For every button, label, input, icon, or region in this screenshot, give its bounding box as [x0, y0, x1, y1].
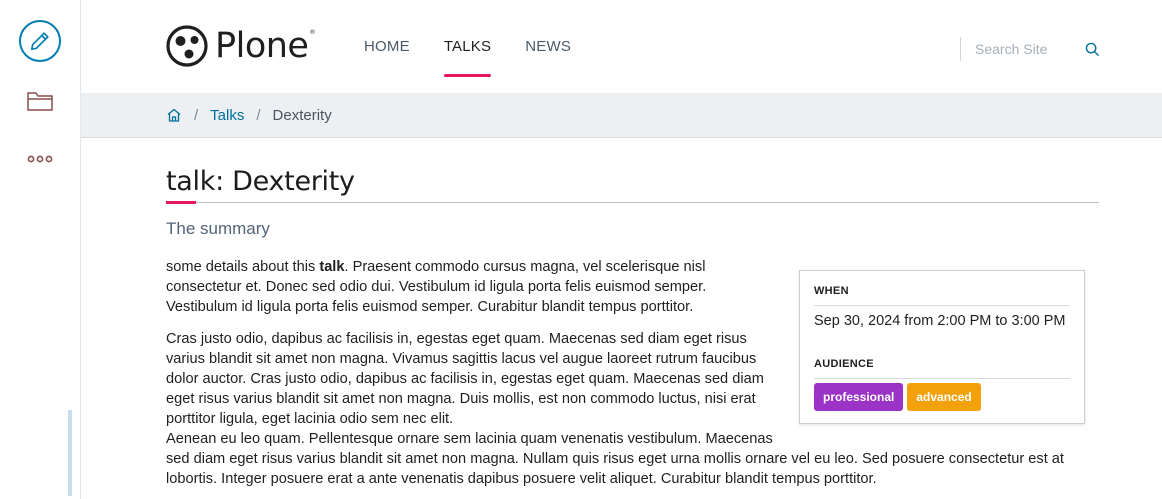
- body-text-run: some details about this: [166, 259, 320, 275]
- title-accent-bar: [166, 201, 196, 204]
- event-details-box: WHEN Sep 30, 2024 from 2:00 PM to 3:00 P…: [799, 270, 1085, 424]
- breadcrumb-item-talks[interactable]: Talks: [210, 107, 244, 124]
- audience-tags: professional advanced: [814, 383, 1070, 411]
- toolbar-scrollbar[interactable]: [68, 410, 72, 496]
- more-dots-icon[interactable]: [27, 150, 53, 163]
- home-icon[interactable]: [166, 107, 182, 123]
- search-input[interactable]: [975, 41, 1075, 57]
- search-icon[interactable]: [1083, 40, 1101, 58]
- page-title: talk: Dexterity: [166, 166, 355, 197]
- search-box: [960, 37, 1101, 61]
- edit-toolbar: [0, 0, 81, 499]
- nav-item-talks[interactable]: TALKS: [443, 38, 492, 77]
- audience-tag-advanced[interactable]: advanced: [907, 383, 981, 411]
- body-text-bold: talk: [319, 259, 345, 275]
- plone-logo-icon: [166, 25, 208, 67]
- breadcrumb-separator: /: [256, 106, 261, 124]
- breadcrumb-item-current: Dexterity: [272, 106, 332, 124]
- title-divider: [166, 202, 1099, 203]
- body-paragraph: Aenean eu leo quam. Pellentesque ornare …: [166, 431, 1064, 487]
- audience-tag-professional[interactable]: professional: [814, 383, 904, 411]
- main-navigation: HOME TALKS NEWS: [364, 38, 605, 77]
- event-when-value: Sep 30, 2024 from 2:00 PM to 3:00 PM: [814, 313, 1066, 329]
- site-logo[interactable]: Plone ®: [166, 25, 315, 67]
- page-body: WHEN Sep 30, 2024 from 2:00 PM to 3:00 P…: [166, 257, 1101, 489]
- page-summary: The summary: [166, 219, 270, 238]
- logo-text: Plone: [215, 26, 309, 66]
- breadcrumb-separator: /: [194, 106, 199, 124]
- event-when-label: WHEN: [814, 281, 1070, 306]
- folder-icon[interactable]: [26, 89, 54, 113]
- breadcrumb: / Talks / Dexterity: [81, 93, 1162, 138]
- nav-item-news[interactable]: NEWS: [525, 38, 571, 55]
- logo-registered-mark: ®: [309, 28, 316, 36]
- nav-item-home[interactable]: HOME: [364, 38, 410, 55]
- event-audience-label: AUDIENCE: [814, 354, 1070, 379]
- pencil-icon[interactable]: [19, 20, 61, 62]
